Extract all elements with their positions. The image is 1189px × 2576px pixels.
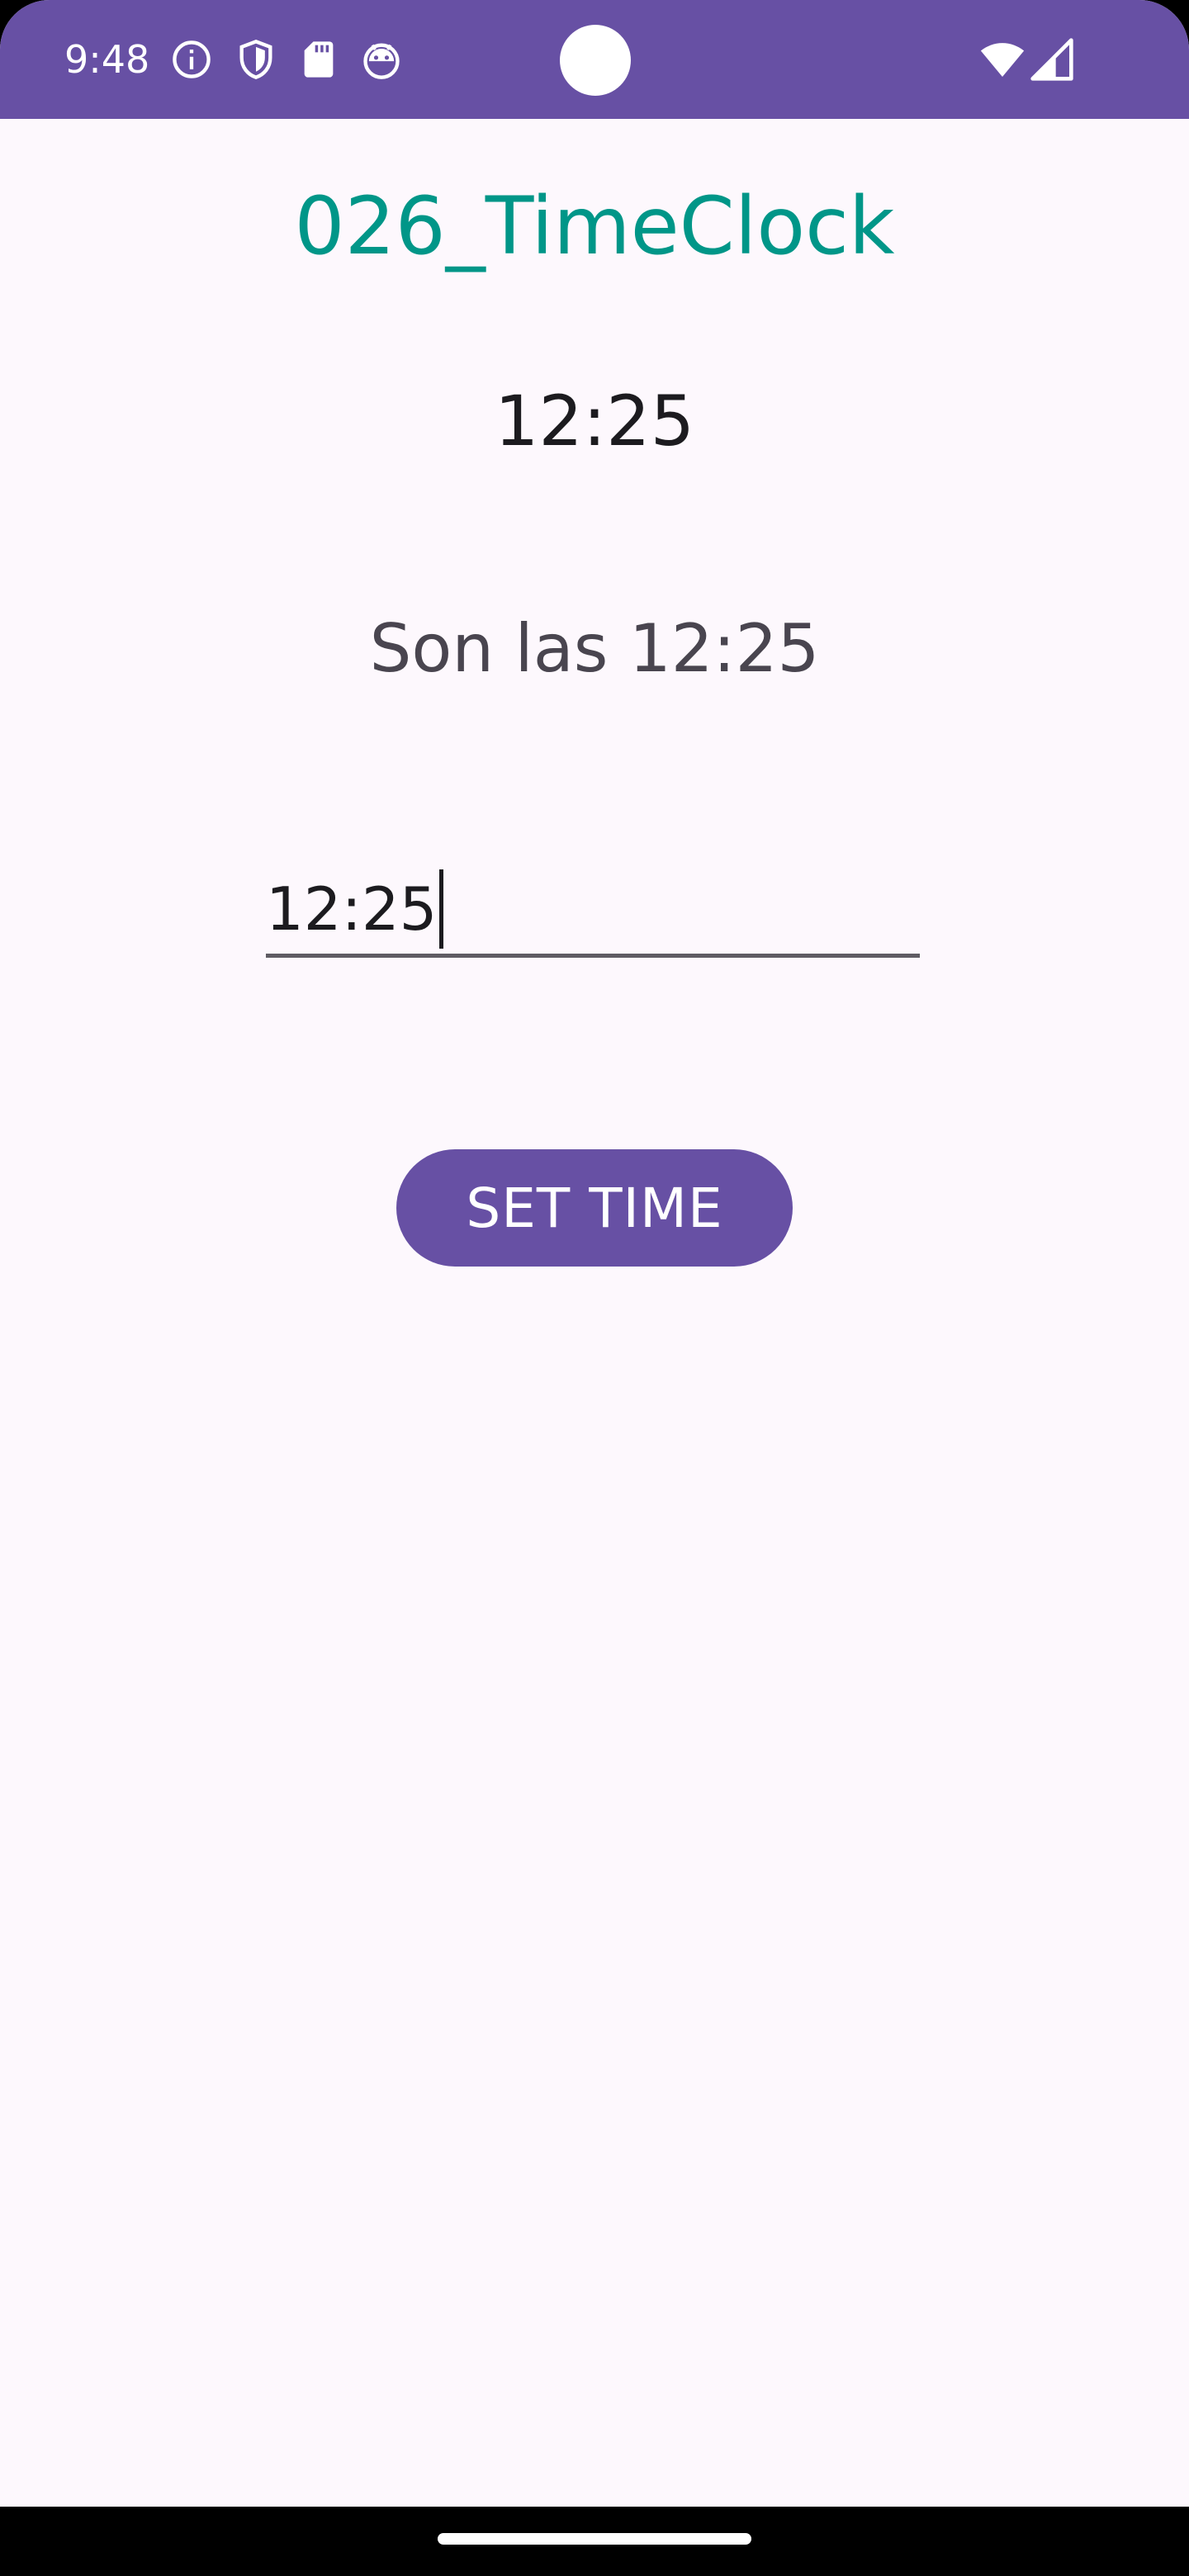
text-cursor <box>438 869 443 949</box>
set-time-button[interactable]: SET TIME <box>396 1149 793 1267</box>
time-message: Son las 12:25 <box>369 610 820 687</box>
shield-icon <box>239 40 272 79</box>
app-screen: 9:48 026_TimeClock 12:25 Son las 12:25 1… <box>0 0 1189 2576</box>
cell-signal-icon <box>1030 38 1073 81</box>
time-input-value: 12:25 <box>266 874 438 944</box>
time-input[interactable]: 12:25 <box>266 864 920 958</box>
wifi-icon <box>980 43 1025 77</box>
status-time: 9:48 <box>64 37 150 82</box>
android-head-icon <box>363 43 400 79</box>
home-handle[interactable] <box>438 2533 751 2545</box>
app-title: 026_TimeClock <box>294 180 895 272</box>
info-icon <box>173 40 211 78</box>
status-bar: 9:48 <box>0 0 1189 119</box>
clock-display: 12:25 <box>494 381 695 462</box>
sd-card-icon <box>304 41 334 78</box>
camera-cutout <box>560 25 631 96</box>
